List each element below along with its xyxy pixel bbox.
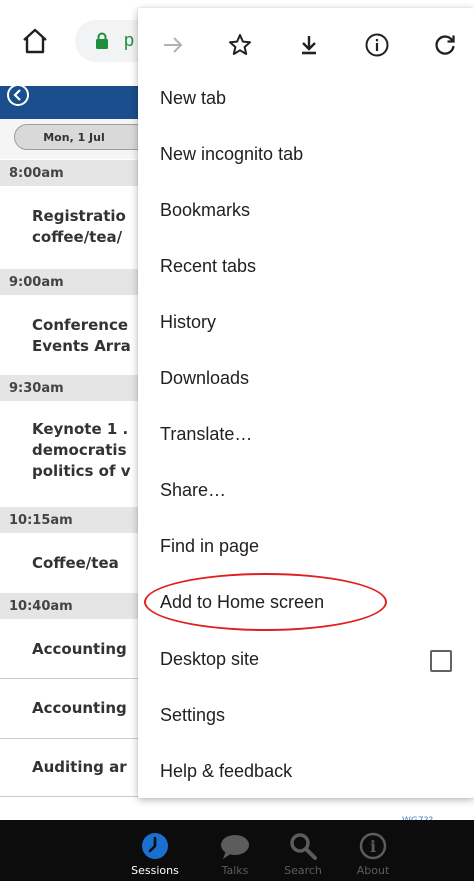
menu-item-history[interactable]: History bbox=[138, 294, 474, 350]
overflow-menu: New tab New incognito tab Bookmarks Rece… bbox=[138, 8, 474, 798]
svg-text:i: i bbox=[370, 837, 376, 856]
menu-item-find-in-page[interactable]: Find in page bbox=[138, 518, 474, 574]
annotation-ellipse bbox=[144, 573, 387, 631]
download-icon[interactable] bbox=[296, 32, 322, 58]
desktop-site-checkbox[interactable] bbox=[430, 650, 452, 672]
back-icon[interactable] bbox=[6, 83, 30, 107]
lock-icon bbox=[95, 32, 109, 49]
tab-label: Search bbox=[284, 864, 322, 877]
menu-item-new-tab[interactable]: New tab bbox=[138, 70, 474, 126]
menu-item-new-incognito-tab[interactable]: New incognito tab bbox=[138, 126, 474, 182]
home-icon[interactable] bbox=[20, 26, 50, 56]
info-icon: i bbox=[359, 832, 387, 860]
tab-talks[interactable]: Talks bbox=[200, 820, 270, 881]
clock-icon bbox=[142, 833, 168, 859]
menu-item-downloads[interactable]: Downloads bbox=[138, 350, 474, 406]
url-text: p bbox=[124, 30, 135, 50]
tab-search[interactable]: Search bbox=[268, 820, 338, 881]
tab-about[interactable]: i About bbox=[338, 820, 408, 881]
tab-label: Sessions bbox=[131, 864, 179, 877]
speech-bubble-icon bbox=[221, 835, 249, 859]
reload-icon[interactable] bbox=[432, 32, 458, 58]
tab-sessions[interactable]: Sessions bbox=[120, 820, 190, 881]
menu-item-recent-tabs[interactable]: Recent tabs bbox=[138, 238, 474, 294]
star-bookmark-icon[interactable] bbox=[227, 32, 253, 58]
info-icon[interactable] bbox=[364, 32, 390, 58]
menu-item-bookmarks[interactable]: Bookmarks bbox=[138, 182, 474, 238]
tab-label: About bbox=[356, 864, 390, 877]
menu-item-share[interactable]: Share… bbox=[138, 462, 474, 518]
menu-item-help-feedback[interactable]: Help & feedback bbox=[138, 743, 474, 799]
menu-item-desktop-site[interactable]: Desktop site bbox=[138, 631, 474, 687]
menu-item-settings[interactable]: Settings bbox=[138, 687, 474, 743]
search-icon bbox=[290, 833, 317, 860]
forward-arrow-icon[interactable] bbox=[160, 32, 186, 58]
menu-item-translate[interactable]: Translate… bbox=[138, 406, 474, 462]
tab-label: Talks bbox=[221, 864, 249, 877]
